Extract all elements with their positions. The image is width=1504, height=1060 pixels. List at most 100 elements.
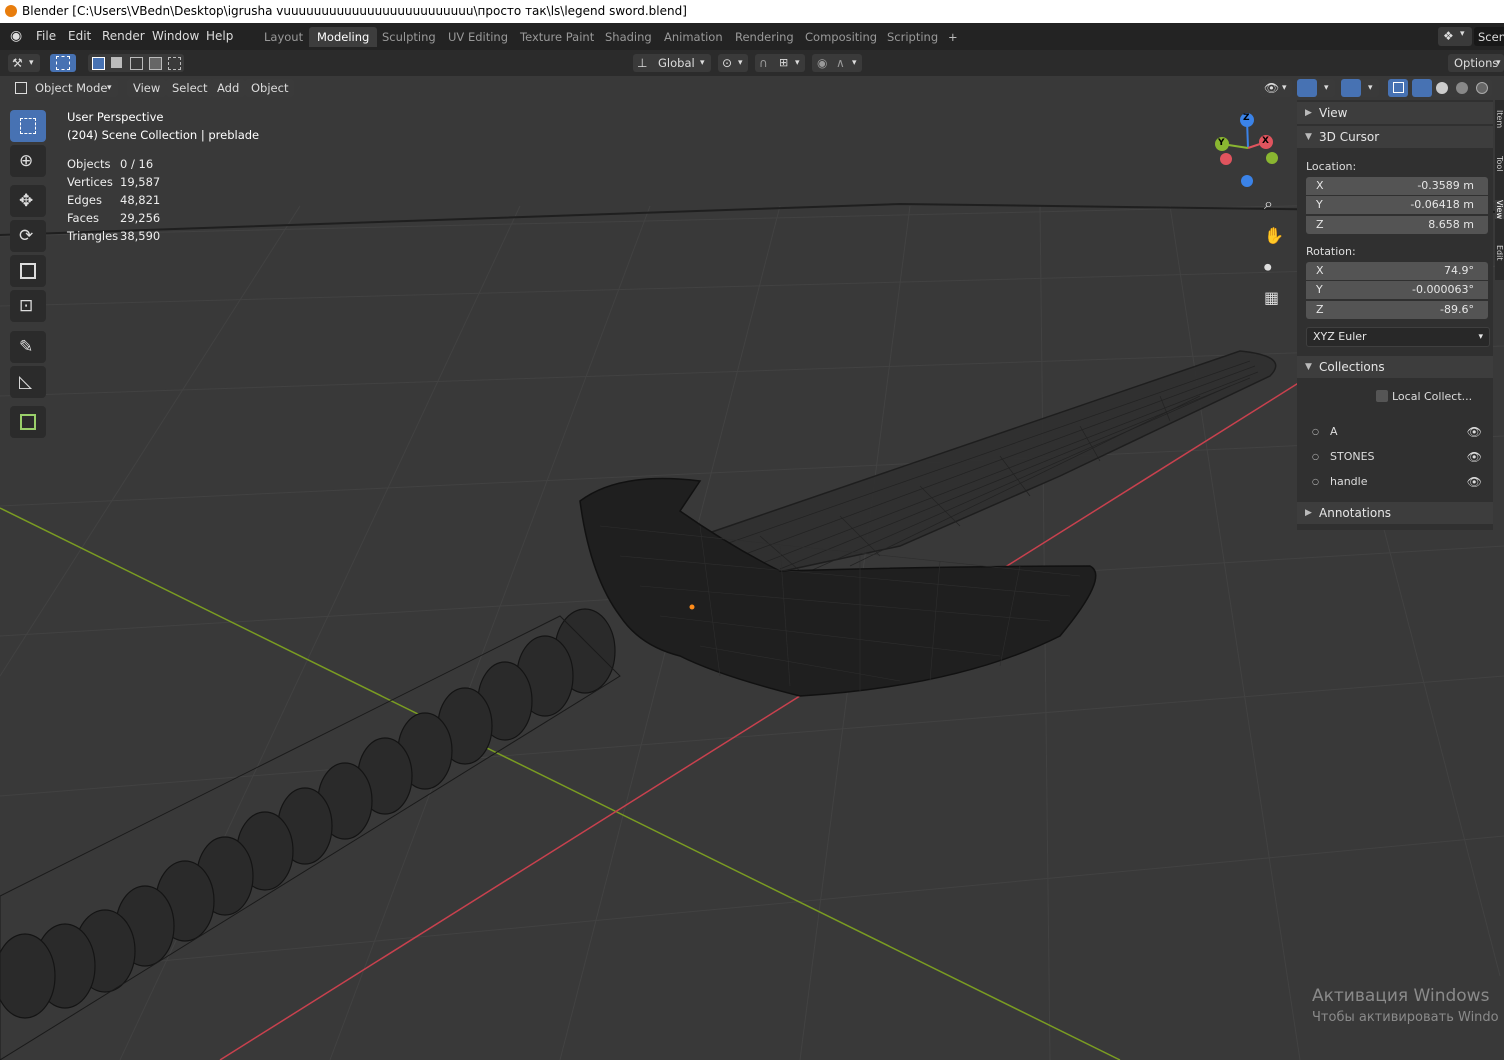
select-box-icon <box>56 56 70 70</box>
solid-shading-icon[interactable] <box>1436 82 1448 94</box>
tab-view[interactable]: View <box>1495 200 1504 219</box>
window-title-bar: Blender [C:\Users\VBedn\Desktop\igrusha … <box>0 0 1504 23</box>
eye-icon[interactable]: 👁 <box>1467 422 1482 442</box>
overlays-toggle[interactable]: ▾ <box>1341 79 1379 97</box>
eye-icon[interactable]: 👁 <box>1467 472 1482 492</box>
camera-icon[interactable]: ⏺ <box>1264 258 1272 276</box>
tab-modeling[interactable]: Modeling <box>309 27 378 47</box>
menu-select[interactable]: Select <box>166 79 214 97</box>
rotation-mode-dropdown[interactable]: XYZ Euler ▾ <box>1306 327 1490 347</box>
cursor-location-z[interactable]: Z 8.658 m <box>1306 216 1488 234</box>
visibility-dropdown[interactable]: 👁 ▾ <box>1260 79 1292 97</box>
pan-hand-icon[interactable]: ✋ <box>1264 226 1284 245</box>
gizmo-icon <box>1297 79 1317 97</box>
tool-add-cube[interactable] <box>10 406 46 438</box>
3d-viewport[interactable]: Object Mode ▾ View Select Add Object 👁 ▾… <box>0 76 1504 1060</box>
active-tool-button[interactable] <box>50 54 76 72</box>
mode-set-icon[interactable] <box>92 57 105 70</box>
menu-object[interactable]: Object <box>245 79 295 97</box>
collapsed-arrow-icon: ▶ <box>1305 508 1312 518</box>
tab-rendering[interactable]: Rendering <box>727 27 802 47</box>
menu-add[interactable]: Add <box>211 79 246 97</box>
menu-render[interactable]: Render <box>102 29 145 43</box>
rendered-shading-icon[interactable] <box>1476 82 1488 94</box>
cursor-location-y[interactable]: Y -0.06418 m <box>1306 196 1488 214</box>
collapsed-arrow-icon: ▶ <box>1305 108 1312 118</box>
eye-icon[interactable]: 👁 <box>1467 447 1482 467</box>
proportional-edit-icon[interactable]: ◉ <box>817 54 827 72</box>
tab-edit[interactable]: Edit <box>1495 245 1504 261</box>
menu-window[interactable]: Window <box>152 29 199 43</box>
selection-mode-group[interactable] <box>88 54 184 72</box>
add-workspace-button[interactable]: + <box>940 27 966 47</box>
menu-view[interactable]: View <box>127 79 167 97</box>
mode-extend-icon[interactable] <box>111 57 122 68</box>
xray-toggle[interactable] <box>1388 79 1408 97</box>
falloff-icon[interactable]: ∧ <box>836 54 845 72</box>
tab-tool[interactable]: Tool <box>1495 156 1504 172</box>
blender-menu-icon[interactable]: ◉ <box>10 28 22 44</box>
transform-orientation-dropdown[interactable]: ⊥ Global ▾ <box>633 54 711 72</box>
gizmo-toggle[interactable]: ▾ <box>1297 79 1335 97</box>
orientation-icon: ⊥ <box>637 56 648 70</box>
tab-texture-paint[interactable]: Texture Paint <box>512 27 602 47</box>
panel-view-header[interactable]: ▶ View <box>1297 102 1493 124</box>
wireframe-shading-icon[interactable] <box>1412 79 1432 97</box>
tool-measure[interactable]: ◺ <box>10 366 46 398</box>
magnet-icon[interactable]: ∩ <box>759 54 768 72</box>
viewport-header: Object Mode ▾ View Select Add Object 👁 ▾… <box>0 76 1504 100</box>
cursor-rotation-z[interactable]: Z -89.6° <box>1306 301 1488 319</box>
tool-scale[interactable] <box>10 255 46 287</box>
tab-compositing[interactable]: Compositing <box>797 27 885 47</box>
snapping-group[interactable]: ∩ ⊞ ▾ <box>755 54 805 72</box>
shading-mode-group[interactable] <box>1412 79 1492 97</box>
perspective-grid-icon[interactable]: ▦ <box>1264 288 1279 307</box>
pivot-point-dropdown[interactable]: ⊙ ▾ <box>718 54 748 72</box>
tab-uv-editing[interactable]: UV Editing <box>440 27 516 47</box>
xray-icon <box>1393 82 1404 93</box>
menu-file[interactable]: File <box>36 29 56 43</box>
tool-move[interactable]: ✥ <box>10 185 46 217</box>
snap-increment-icon[interactable]: ⊞ <box>779 54 788 72</box>
mode-dropdown[interactable]: Object Mode ▾ <box>10 79 118 97</box>
tool-cursor[interactable]: ⊕ <box>10 145 46 177</box>
tool-rotate[interactable]: ⟳ <box>10 220 46 252</box>
local-collections-checkbox[interactable] <box>1376 390 1388 402</box>
menu-edit[interactable]: Edit <box>68 29 91 43</box>
top-menu-bar: ◉ File Edit Render Window Help Layout Mo… <box>0 23 1504 50</box>
collection-dot-icon: ○ <box>1312 477 1319 486</box>
panel-collections-header[interactable]: ▼ Collections <box>1297 356 1493 378</box>
tab-shading[interactable]: Shading <box>597 27 660 47</box>
tool-select-box[interactable] <box>10 110 46 142</box>
proportional-editing-group[interactable]: ◉ ∧ ▾ <box>812 54 862 72</box>
expanded-arrow-icon: ▼ <box>1305 132 1312 142</box>
panel-annotations-header[interactable]: ▶ Annotations <box>1297 502 1493 524</box>
collection-row[interactable]: ○ handle 👁 <box>1306 472 1488 492</box>
mode-subtract-icon[interactable] <box>130 57 143 70</box>
tab-animation[interactable]: Animation <box>656 27 731 47</box>
scene-name-field[interactable]: Scene <box>1474 27 1504 46</box>
tool-transform[interactable]: ⊡ <box>10 290 46 322</box>
tab-item[interactable]: Item <box>1495 110 1504 128</box>
editor-type-button[interactable]: ⚒ ▾ <box>8 54 40 72</box>
collection-row[interactable]: ○ STONES 👁 <box>1306 447 1488 467</box>
cursor-location-x[interactable]: X -0.3589 m <box>1306 177 1488 195</box>
menu-help[interactable]: Help <box>206 29 233 43</box>
tab-layout[interactable]: Layout <box>256 27 311 47</box>
tool-annotate[interactable]: ✎ <box>10 331 46 363</box>
tool-header: ⚒ ▾ ⊥ Global ▾ ⊙ ▾ ∩ ⊞ ▾ ◉ ∧ ▾ Options ▾ <box>0 50 1504 76</box>
navigation-gizmo[interactable]: Z X Y <box>1208 112 1288 192</box>
mode-intersect-icon[interactable] <box>168 57 181 70</box>
cursor-rotation-y[interactable]: Y -0.000063° <box>1306 281 1488 299</box>
mode-difference-icon[interactable] <box>149 57 162 70</box>
collection-row[interactable]: ○ A 👁 <box>1306 422 1488 442</box>
stat-value: 0 / 16 <box>120 157 154 171</box>
material-shading-icon[interactable] <box>1456 82 1468 94</box>
options-dropdown[interactable]: Options ▾ <box>1448 54 1504 72</box>
scene-selector-button[interactable]: ❖ ▾ <box>1438 27 1472 46</box>
tab-scripting[interactable]: Scripting <box>879 27 946 47</box>
tab-sculpting[interactable]: Sculpting <box>374 27 444 47</box>
panel-3d-cursor-header[interactable]: ▼ 3D Cursor <box>1297 126 1493 148</box>
cursor-rotation-x[interactable]: X 74.9° <box>1306 262 1488 280</box>
zoom-icon[interactable]: ⌕ <box>1264 194 1273 214</box>
